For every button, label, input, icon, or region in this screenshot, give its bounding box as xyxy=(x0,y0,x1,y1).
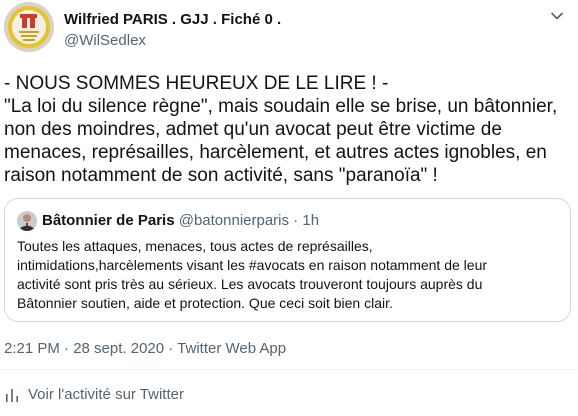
view-activity-label: Voir l'activité sur Twitter xyxy=(28,386,184,403)
tweet-text: - NOUS SOMMES HEUREUX DE LE LIRE ! - "La… xyxy=(4,73,558,186)
author-block: Wilfried PARIS . GJJ . Fiché 0 . @WilSed… xyxy=(64,10,281,51)
view-activity-link[interactable]: Voir l'activité sur Twitter xyxy=(4,386,184,403)
quoted-tweet[interactable]: Bâtonnier de Paris @batonnierparis · 1h … xyxy=(4,198,571,322)
gilets-jaunes-logo-icon xyxy=(4,2,54,52)
person-photo-icon xyxy=(17,211,37,231)
quoted-handle: @batonnierparis xyxy=(178,212,290,229)
author-handle[interactable]: @WilSedlex xyxy=(64,31,281,51)
analytics-bars-icon xyxy=(6,388,18,402)
quoted-separator: · xyxy=(293,212,299,229)
tweet-timestamp[interactable]: 2:21 PM · 28 sept. 2020 · Twitter Web Ap… xyxy=(4,339,286,359)
author-display-name[interactable]: Wilfried PARIS . GJJ . Fiché 0 . xyxy=(64,10,281,29)
quoted-text: Toutes les attaques, menaces, tous actes… xyxy=(17,238,488,311)
avatar[interactable] xyxy=(4,2,54,52)
quoted-avatar xyxy=(17,211,37,231)
divider xyxy=(0,369,578,370)
quoted-header: Bâtonnier de Paris @batonnierparis · 1h xyxy=(42,211,319,231)
more-options-chevron-icon[interactable] xyxy=(549,8,565,24)
quoted-time: 1h xyxy=(302,212,320,229)
quoted-name: Bâtonnier de Paris xyxy=(42,212,175,229)
